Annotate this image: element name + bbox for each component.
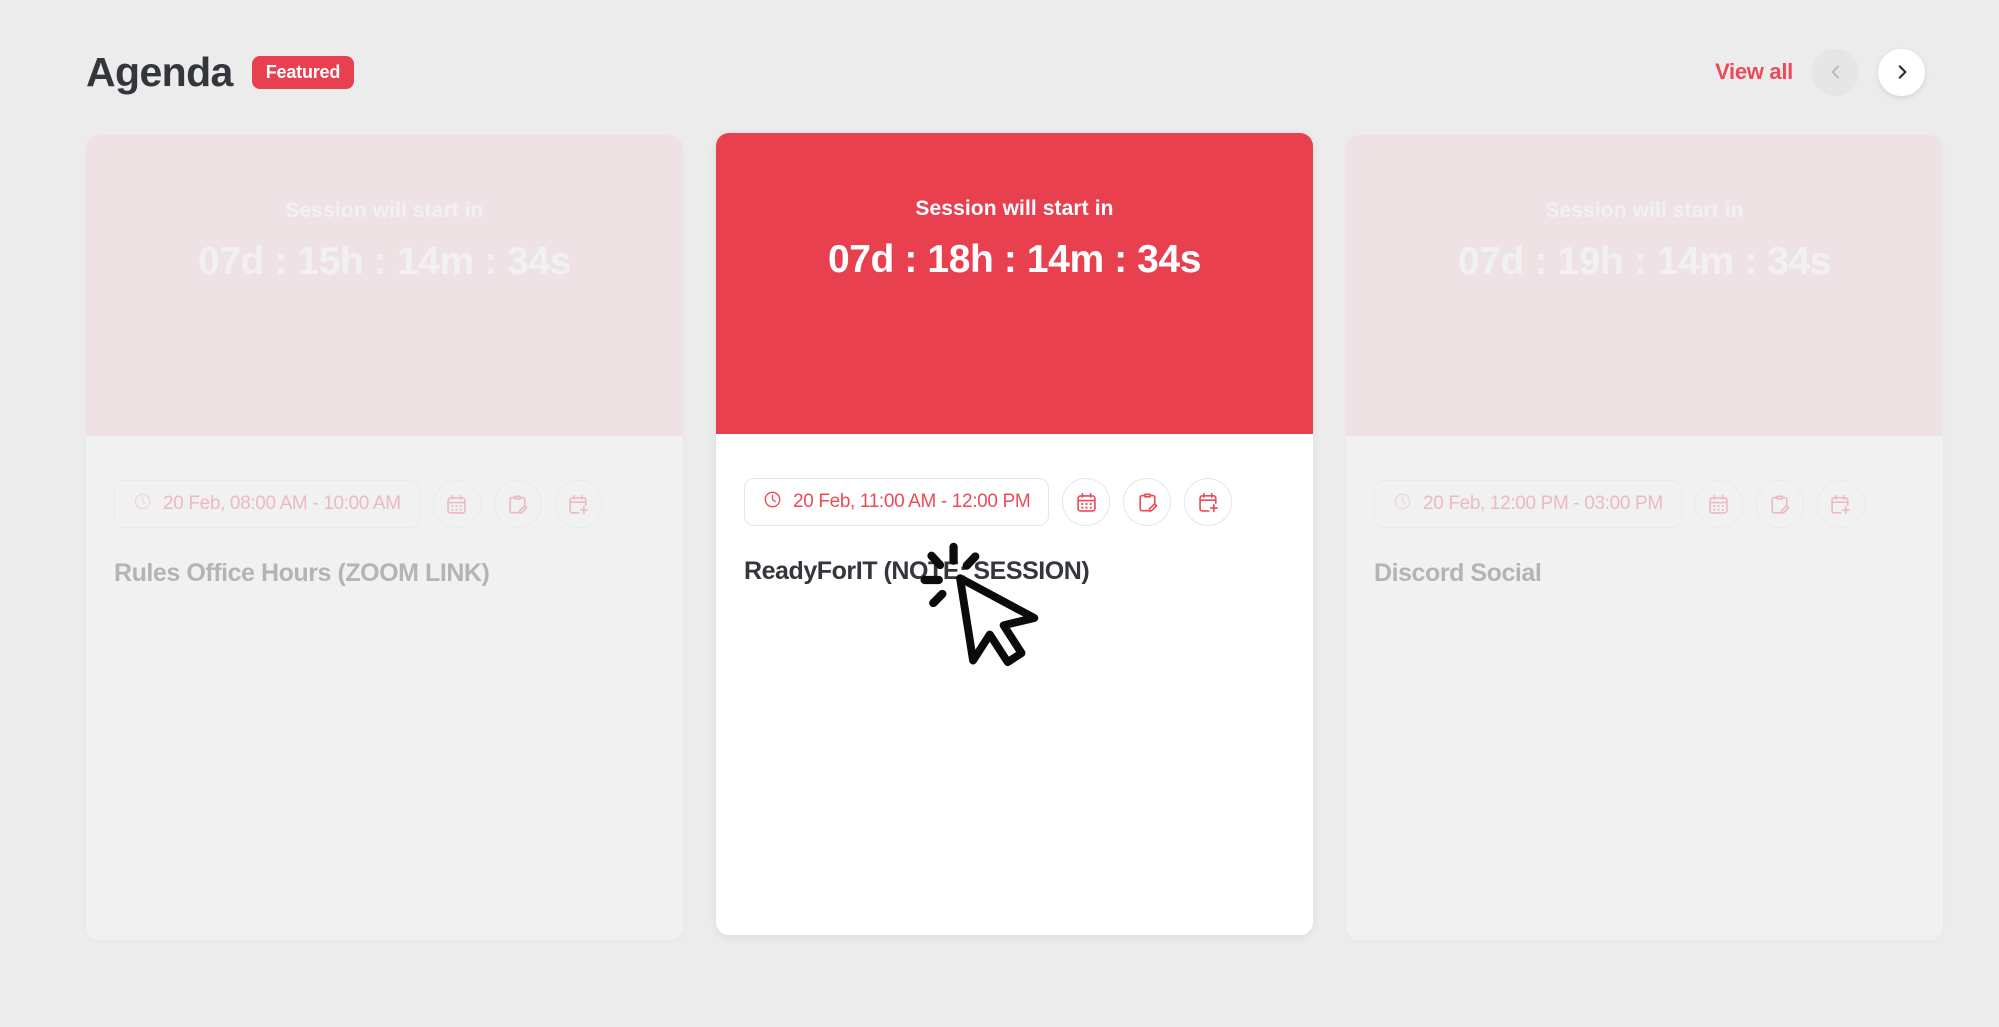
- session-time-text: 20 Feb, 08:00 AM - 10:00 AM: [163, 493, 401, 514]
- clipboard-edit-icon: [506, 493, 529, 516]
- session-time-chip[interactable]: 20 Feb, 12:00 PM - 03:00 PM: [1374, 480, 1682, 528]
- page-title: Agenda: [86, 48, 233, 95]
- session-time-text: 20 Feb, 12:00 PM - 03:00 PM: [1423, 493, 1663, 514]
- session-time-chip[interactable]: 20 Feb, 08:00 AM - 10:00 AM: [114, 480, 420, 528]
- edit-notes-button[interactable]: [493, 480, 542, 528]
- session-title: Discord Social: [1374, 559, 1542, 587]
- clipboard-edit-icon: [1768, 493, 1791, 516]
- carousel-next-button[interactable]: [1878, 48, 1925, 96]
- agenda-card-list: Session will start in 07d : 15h : 14m : …: [86, 133, 1943, 940]
- featured-badge: Featured: [251, 55, 355, 89]
- agenda-card[interactable]: Session will start in 07d : 19h : 14m : …: [1346, 135, 1943, 940]
- header-left-group: Agenda Featured: [86, 48, 355, 95]
- card-body: 20 Feb, 12:00 PM - 03:00 PM Discord Soci…: [1346, 436, 1943, 940]
- view-calendar-button[interactable]: [432, 480, 481, 528]
- agenda-page: Agenda Featured View all Session will st…: [0, 0, 1999, 1027]
- calendar-icon: [1707, 493, 1730, 516]
- calendar-add-icon: [1829, 493, 1852, 516]
- view-all-link[interactable]: View all: [1715, 59, 1793, 85]
- agenda-card[interactable]: Session will start in 07d : 15h : 14m : …: [86, 135, 683, 940]
- add-to-calendar-button[interactable]: [1816, 480, 1865, 528]
- countdown-banner: Session will start in 07d : 18h : 14m : …: [716, 133, 1313, 434]
- session-time-chip[interactable]: 20 Feb, 11:00 AM - 12:00 PM: [744, 478, 1050, 526]
- countdown-banner: Session will start in 07d : 19h : 14m : …: [1346, 135, 1943, 436]
- clock-icon: [1393, 492, 1412, 516]
- countdown-timer: 07d : 19h : 14m : 34s: [1457, 240, 1832, 283]
- edit-notes-button[interactable]: [1123, 478, 1172, 526]
- calendar-icon: [1075, 491, 1098, 514]
- view-calendar-button[interactable]: [1694, 480, 1743, 528]
- clock-icon: [763, 490, 782, 514]
- header-right-group: View all: [1715, 48, 1925, 96]
- agenda-card[interactable]: Session will start in 07d : 18h : 14m : …: [716, 133, 1313, 935]
- card-meta-row: 20 Feb, 08:00 AM - 10:00 AM: [114, 480, 655, 528]
- add-to-calendar-button[interactable]: [1184, 478, 1233, 526]
- chevron-left-icon: [1826, 62, 1846, 82]
- countdown-label: Session will start in: [1545, 199, 1744, 222]
- card-meta-row: 20 Feb, 12:00 PM - 03:00 PM: [1374, 480, 1915, 528]
- countdown-banner: Session will start in 07d : 15h : 14m : …: [86, 135, 683, 436]
- card-body: 20 Feb, 11:00 AM - 12:00 PM ReadyForIT (…: [716, 434, 1313, 935]
- clock-icon: [133, 492, 152, 516]
- carousel-prev-button[interactable]: [1812, 48, 1859, 96]
- countdown-timer: 07d : 15h : 14m : 34s: [197, 240, 572, 283]
- agenda-header: Agenda Featured View all: [86, 44, 1925, 100]
- countdown-label: Session will start in: [285, 199, 484, 222]
- card-body: 20 Feb, 08:00 AM - 10:00 AM Rules Office…: [86, 436, 683, 940]
- edit-notes-button[interactable]: [1755, 480, 1804, 528]
- clipboard-edit-icon: [1136, 491, 1159, 514]
- calendar-add-icon: [567, 493, 590, 516]
- calendar-icon: [445, 493, 468, 516]
- view-calendar-button[interactable]: [1062, 478, 1111, 526]
- session-title: Rules Office Hours (ZOOM LINK): [114, 559, 490, 587]
- card-meta-row: 20 Feb, 11:00 AM - 12:00 PM: [744, 478, 1285, 526]
- session-title: ReadyForIT (NOTE: SESSION): [744, 557, 1090, 585]
- countdown-timer: 07d : 18h : 14m : 34s: [827, 238, 1202, 281]
- chevron-right-icon: [1892, 62, 1912, 82]
- calendar-add-icon: [1197, 491, 1220, 514]
- countdown-label: Session will start in: [915, 197, 1114, 220]
- add-to-calendar-button[interactable]: [554, 480, 603, 528]
- session-time-text: 20 Feb, 11:00 AM - 12:00 PM: [793, 491, 1031, 512]
